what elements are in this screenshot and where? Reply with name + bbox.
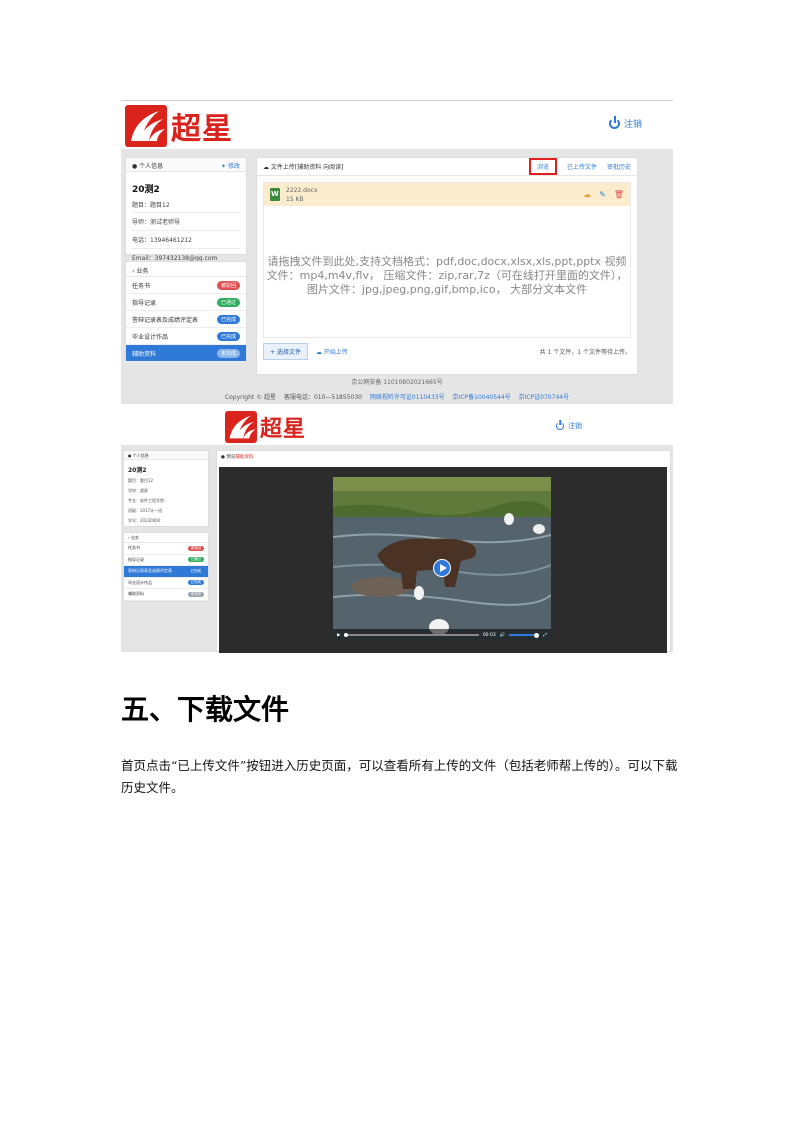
business-header: › 业务	[126, 262, 246, 277]
brand-logo[interactable]: 超星	[125, 104, 233, 148]
top-header: 超星 注销	[121, 407, 673, 445]
word-file-icon	[270, 188, 280, 201]
brand-logo[interactable]: 超星	[225, 411, 306, 443]
file-count: 共 1 个文件，1 个文件等待上传。	[539, 348, 631, 356]
sidebar-item-works[interactable]: 毕业设计作品 已完成	[126, 328, 246, 345]
sidebar-item-guidance[interactable]: 指导记录 已通过	[124, 555, 208, 566]
power-icon	[609, 118, 620, 129]
topic-row: 题目：题目12	[132, 202, 170, 209]
file-name: 2222.docx	[286, 186, 318, 194]
logout-label: 注销	[568, 422, 582, 430]
panel-title: ● 个人信息	[132, 163, 164, 170]
progress-track[interactable]	[344, 633, 479, 637]
logo-text: 超星	[171, 112, 233, 147]
play-control-icon[interactable]: ▶	[337, 633, 340, 638]
start-upload-button[interactable]: ☁ 开始上传	[316, 347, 540, 356]
logo-text: 超星	[260, 416, 307, 442]
volume-slider[interactable]	[509, 632, 540, 638]
choose-file-button[interactable]: + 选择文件	[263, 342, 308, 360]
sidebar-item-works[interactable]: 毕业设计作品 已完成	[124, 578, 208, 589]
panel-header: ● 个人信息	[124, 451, 208, 460]
sidebar-item-task[interactable]: 任务书 被驳回	[126, 277, 246, 294]
copyright: Copyright © 超星	[224, 394, 277, 401]
sidebar-item-materials[interactable]: 辅助资料 未完成	[126, 345, 246, 362]
upload-title: ☁ 文件上传[辅助资料 向阅读]	[263, 164, 344, 171]
status-badge: 未完成	[216, 348, 240, 358]
student-name: 20测2	[132, 185, 160, 195]
sidebar-item-defense[interactable]: 答辩记录表及成绩评定表 已完成	[126, 311, 246, 328]
status-badge: 未完成	[187, 591, 204, 597]
phone-row: 电话：13946461212	[132, 230, 240, 248]
sidebar-item-materials[interactable]: 辅助资料 未完成	[124, 589, 208, 601]
upload-cloud-icon[interactable]: ☁	[583, 190, 591, 199]
top-header: 超星 注销	[121, 101, 673, 149]
logo-mark-icon	[125, 105, 167, 147]
info-row: 学校：超星	[128, 488, 148, 493]
drop-zone[interactable]: 2222.docx 15 KB ☁ ✎ 🗑 请拖拽文件到此处,支持文档格式：pd…	[263, 182, 631, 338]
video-time: 00:03	[482, 632, 496, 638]
logout-label: 注销	[624, 120, 643, 130]
tab-approval-history[interactable]: 审批历史	[607, 162, 631, 171]
status-badge: 已完成	[216, 314, 240, 324]
personal-info-panel: ● 个人信息 20测2 题目：题目12 学校：超星 专业：软件工程学院 班级：2…	[123, 450, 209, 527]
delete-icon[interactable]: 🗑	[614, 190, 624, 199]
upload-footer: + 选择文件 ☁ 开始上传 共 1 个文件，1 个文件等待上传。	[263, 342, 631, 360]
sidebar-item-task[interactable]: 任务书 被驳回	[124, 543, 208, 555]
business-header: › 业务	[124, 533, 208, 543]
drop-hint: 请拖拽文件到此处,支持文档格式：pdf,doc,docx,xlsx,xls,pp…	[266, 255, 628, 296]
status-badge: 已完成	[187, 580, 204, 586]
fullscreen-icon[interactable]: ⤢	[543, 632, 547, 638]
icp-link[interactable]: 京ICP备10040544号	[453, 394, 511, 401]
status-badge: 被驳回	[216, 280, 240, 290]
advisor-row: 导师：测试老师导	[132, 212, 240, 230]
status-badge: 被驳回	[187, 545, 204, 551]
tab-browse[interactable]: 浏览	[528, 158, 557, 175]
preview-page-screenshot: 超星 注销 ● 个人信息 20测2 题目：题目12 学校：超星 专业：软件工程学…	[121, 407, 673, 653]
license-link[interactable]: 网络视听许可证0110433号	[370, 394, 445, 401]
sidebar-item-defense[interactable]: 答辩记录表及成绩评定表 已完成	[124, 566, 208, 578]
file-size: 15 KB	[286, 195, 304, 203]
sidebar-item-guidance[interactable]: 指导记录 已通过	[126, 294, 246, 311]
logo-mark-icon	[225, 411, 257, 443]
info-row: 专业：软件工程学院	[128, 498, 164, 503]
panel-header: ● 个人信息 ✦ 修改	[126, 158, 246, 172]
section-paragraph: 首页点击“已上传文件”按钮进入历史页面，可以查看所有上传的文件（包括老师帮上传的…	[121, 758, 678, 795]
info-row: 题目：题目12	[128, 478, 154, 483]
status-badge: 已完成	[187, 568, 204, 574]
upload-header: ☁ 文件上传[辅助资料 向阅读] 浏览 已上传文件 审批历史	[257, 158, 637, 176]
upload-page-screenshot: 超星 注销 ● 个人信息 ✦ 修改 20测2 题目：题目12 导师：测试老师导 …	[121, 100, 673, 404]
edit-icon[interactable]: ✎	[599, 190, 606, 199]
edit-link[interactable]: ✦ 修改	[221, 161, 240, 170]
power-icon	[556, 422, 564, 430]
status-badge: 已通过	[216, 297, 240, 307]
student-name: 20测2	[128, 467, 147, 474]
video-area: ▶ 00:03 🔊 ⤢	[219, 467, 667, 653]
police-record: 京公网安备 11010802021665号	[351, 379, 443, 386]
business-panel: › 业务 任务书 被驳回 指导记录 已通过 答辩记录表及成绩评定表 已完成 毕业…	[125, 261, 247, 362]
play-icon[interactable]	[433, 559, 451, 577]
hotline: 客服电话：010—51855030	[283, 394, 362, 401]
personal-info-panel: ● 个人信息 ✦ 修改 20测2 题目：题目12 导师：测试老师导 电话：139…	[125, 157, 247, 262]
upload-panel: ☁ 文件上传[辅助资料 向阅读] 浏览 已上传文件 审批历史 2222.docx…	[256, 157, 638, 375]
info-row: 学号：20230060	[128, 518, 161, 523]
icp2-link[interactable]: 京ICP证070744号	[519, 394, 569, 401]
video-player[interactable]: ▶ 00:03 🔊 ⤢	[333, 477, 551, 641]
logout-link[interactable]: 注销	[609, 117, 642, 130]
preview-title: ● 预览辅助资料	[221, 455, 254, 460]
info-row: 班级：2017计一班	[128, 508, 163, 513]
tab-uploaded-files[interactable]: 已上传文件	[567, 162, 597, 171]
file-row: 2222.docx 15 KB ☁ ✎ 🗑	[264, 183, 630, 206]
section-heading: 五、下载文件	[121, 693, 290, 726]
logout-link[interactable]: 注销	[556, 421, 582, 431]
preview-panel: ● 预览辅助资料 ▶ 00:03 🔊 ⤢	[216, 450, 671, 653]
status-badge: 已通过	[187, 557, 204, 563]
business-panel: › 业务 任务书 被驳回 指导记录 已通过 答辩记录表及成绩评定表 已完成 毕业…	[123, 532, 209, 602]
site-footer: 京公网安备 11010802021665号 Copyright © 超星 客服电…	[121, 377, 673, 401]
volume-icon[interactable]: 🔊	[500, 633, 506, 638]
status-badge: 已完成	[216, 331, 240, 341]
video-controls: ▶ 00:03 🔊 ⤢	[333, 629, 551, 641]
